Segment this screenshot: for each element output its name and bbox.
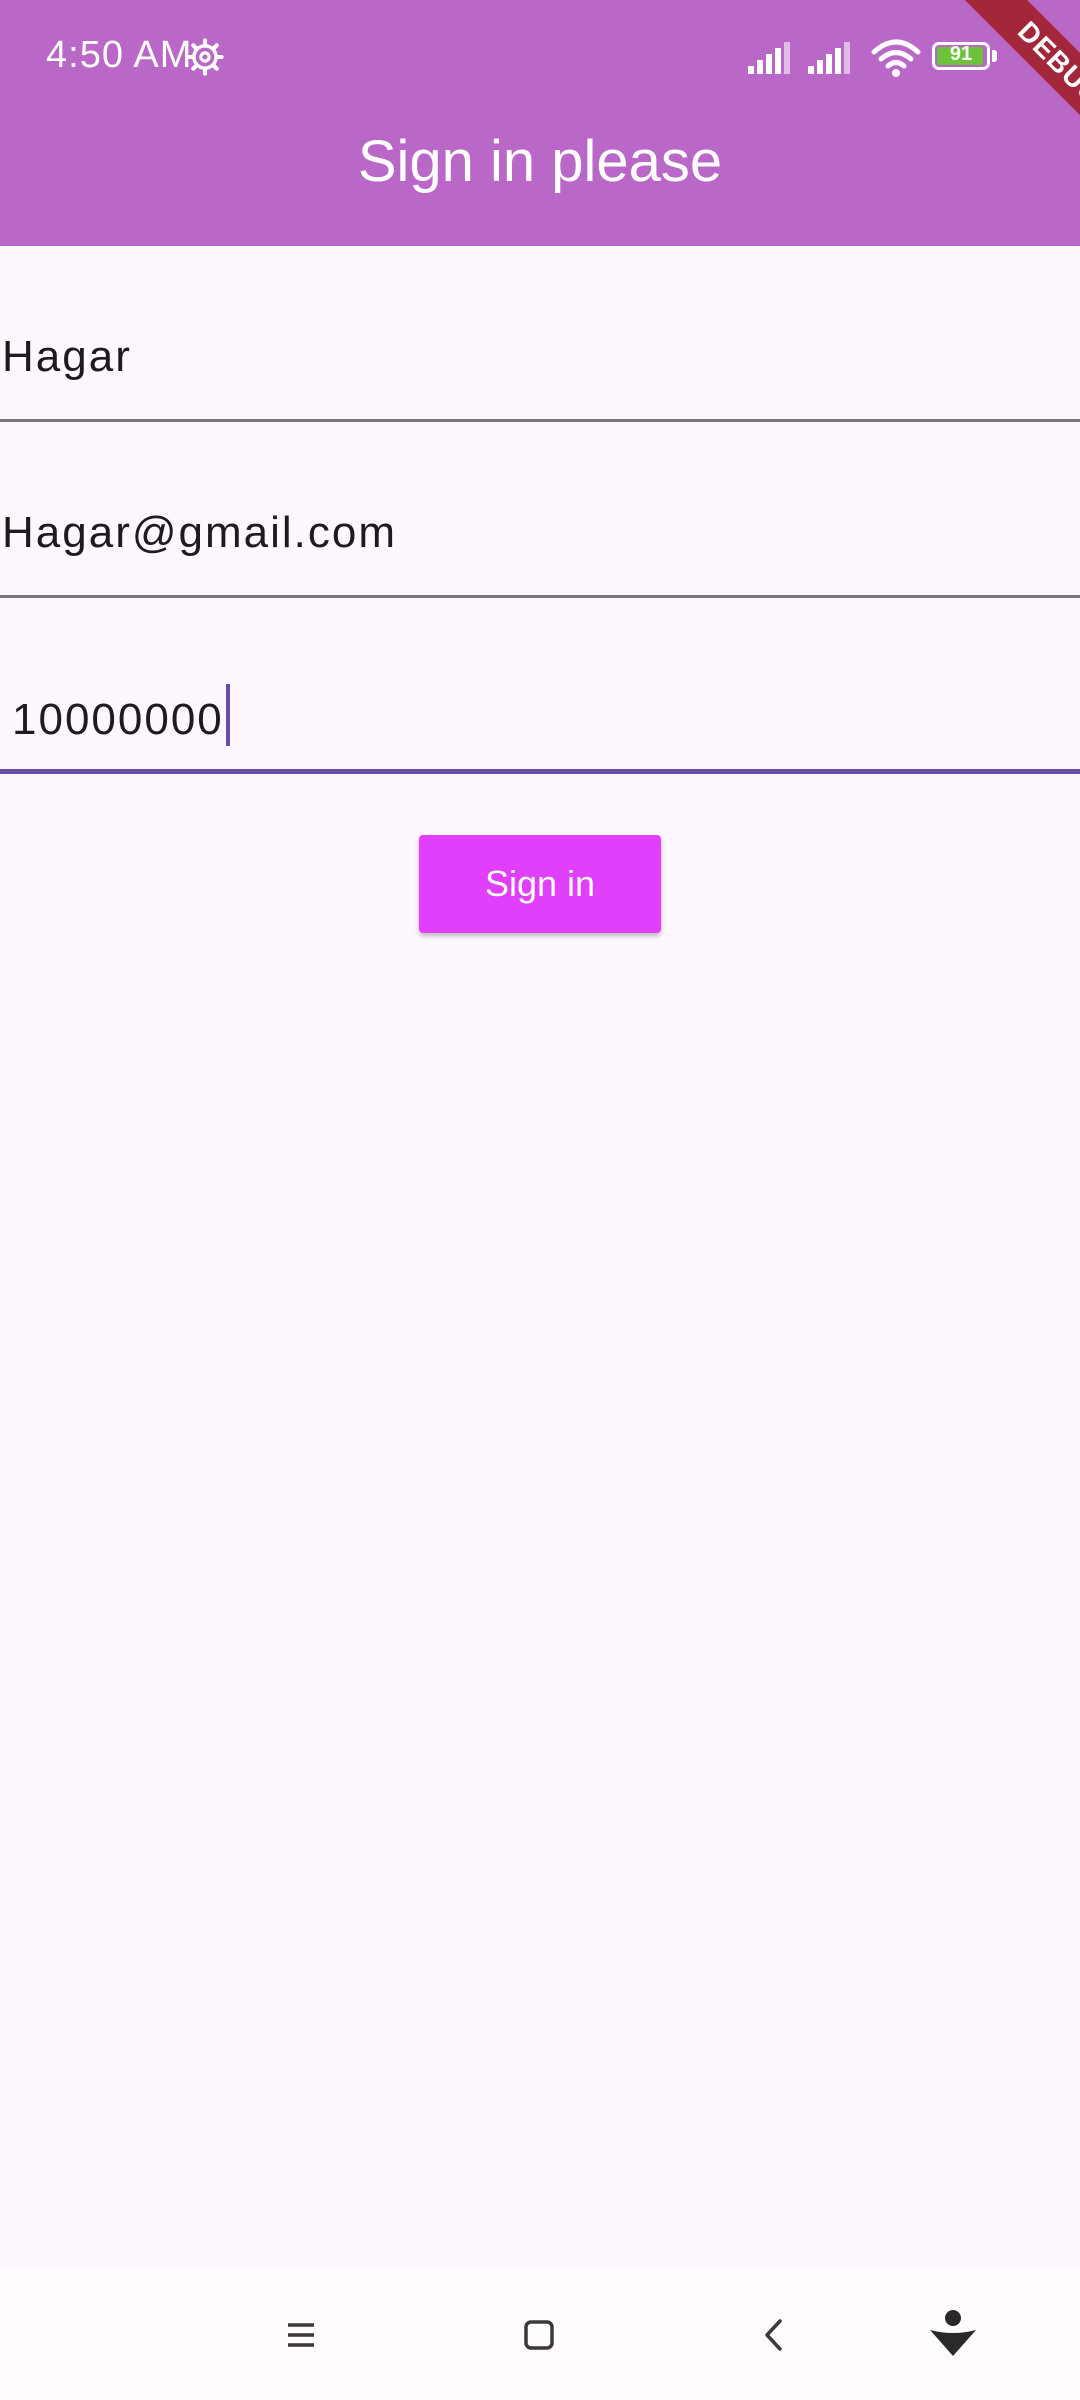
signal-icon: [748, 42, 790, 74]
debug-label: DEBUG: [959, 0, 1080, 160]
email-field[interactable]: Hagar@gmail.com: [0, 422, 1080, 598]
text-caret: [225, 684, 230, 746]
back-icon[interactable]: [756, 2316, 794, 2354]
password-value-wrap: 10000000: [12, 684, 230, 746]
password-value: 10000000: [12, 695, 224, 744]
debug-banner: DEBUG: [920, 0, 1080, 160]
name-value: Hagar: [2, 332, 132, 381]
status-time: 4:50 AM: [46, 34, 193, 76]
status-bar: 4:50 AM 91: [0, 0, 1080, 116]
page-title: Sign in please: [357, 129, 723, 194]
wifi-icon: [871, 39, 921, 77]
navigation-bar: [0, 2270, 1080, 2400]
email-value: Hagar@gmail.com: [2, 508, 397, 557]
assistant-icon[interactable]: [926, 2306, 980, 2360]
app-bar: 4:50 AM 91 Sign in please: [0, 0, 1080, 246]
menu-icon[interactable]: [282, 2316, 320, 2354]
home-icon[interactable]: [520, 2316, 558, 2354]
signal-icon: [808, 42, 850, 74]
name-field[interactable]: Hagar: [0, 246, 1080, 422]
gear-icon: [186, 38, 224, 76]
sign-in-button[interactable]: Sign in: [419, 835, 661, 933]
password-field[interactable]: 10000000: [0, 598, 1080, 774]
